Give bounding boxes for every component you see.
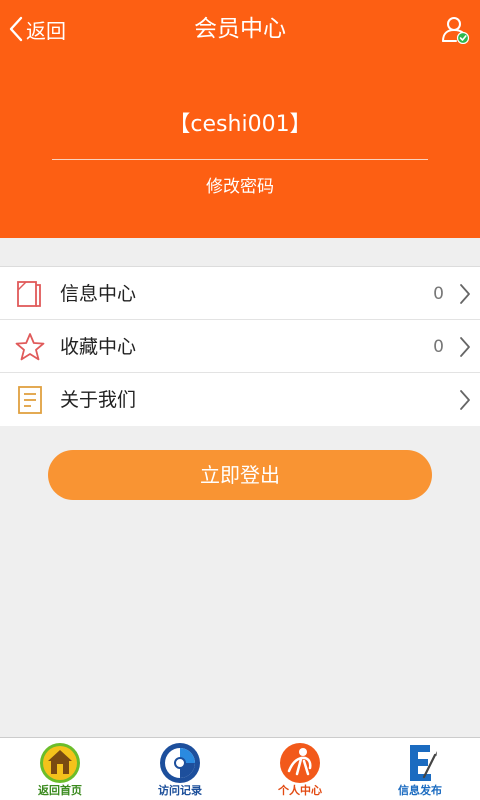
chevron-right-icon [460, 284, 470, 304]
menu-item-info-center[interactable]: 信息中心 0 [0, 267, 480, 320]
chevron-right-icon [460, 390, 470, 410]
tab-label: 返回首页 [38, 784, 82, 797]
menu-item-label: 收藏中心 [60, 336, 137, 358]
person-icon [280, 743, 320, 783]
history-icon [160, 743, 200, 783]
menu-item-label: 信息中心 [60, 283, 137, 305]
page-title: 会员中心 [194, 16, 286, 42]
tab-profile[interactable]: 个人中心 [240, 738, 360, 800]
logout-button[interactable]: 立即登出 [48, 450, 432, 500]
chevron-right-icon [460, 337, 470, 357]
tab-label: 个人中心 [278, 784, 322, 797]
menu-item-favorites[interactable]: 收藏中心 0 [0, 320, 480, 373]
menu-item-count: 0 [433, 284, 444, 304]
username: 【ceshi001】 [168, 112, 312, 137]
tab-label: 信息发布 [398, 784, 442, 797]
header: 返回 会员中心 【ceshi001】 修改密码 [0, 0, 480, 238]
home-icon [40, 743, 80, 783]
star-icon [15, 333, 45, 361]
bottom-tab-bar: 返回首页 访问记录 个人中心 信息发布 [0, 737, 480, 800]
tab-history[interactable]: 访问记录 [120, 738, 240, 800]
tab-home[interactable]: 返回首页 [0, 738, 120, 800]
change-password-link[interactable]: 修改密码 [0, 174, 480, 200]
tab-publish[interactable]: 信息发布 [360, 738, 480, 800]
user-verified-icon[interactable] [440, 14, 470, 44]
menu-list: 信息中心 0 收藏中心 0 关于我们 [0, 266, 480, 426]
notes-icon [18, 386, 42, 414]
top-bar: 返回 会员中心 [0, 0, 480, 60]
menu-item-count: 0 [433, 337, 444, 357]
menu-item-label: 关于我们 [60, 389, 137, 411]
header-divider [52, 159, 428, 160]
tab-label: 访问记录 [158, 784, 202, 797]
menu-item-about-us[interactable]: 关于我们 [0, 373, 480, 426]
document-icon [17, 281, 41, 307]
publish-icon [410, 745, 437, 781]
